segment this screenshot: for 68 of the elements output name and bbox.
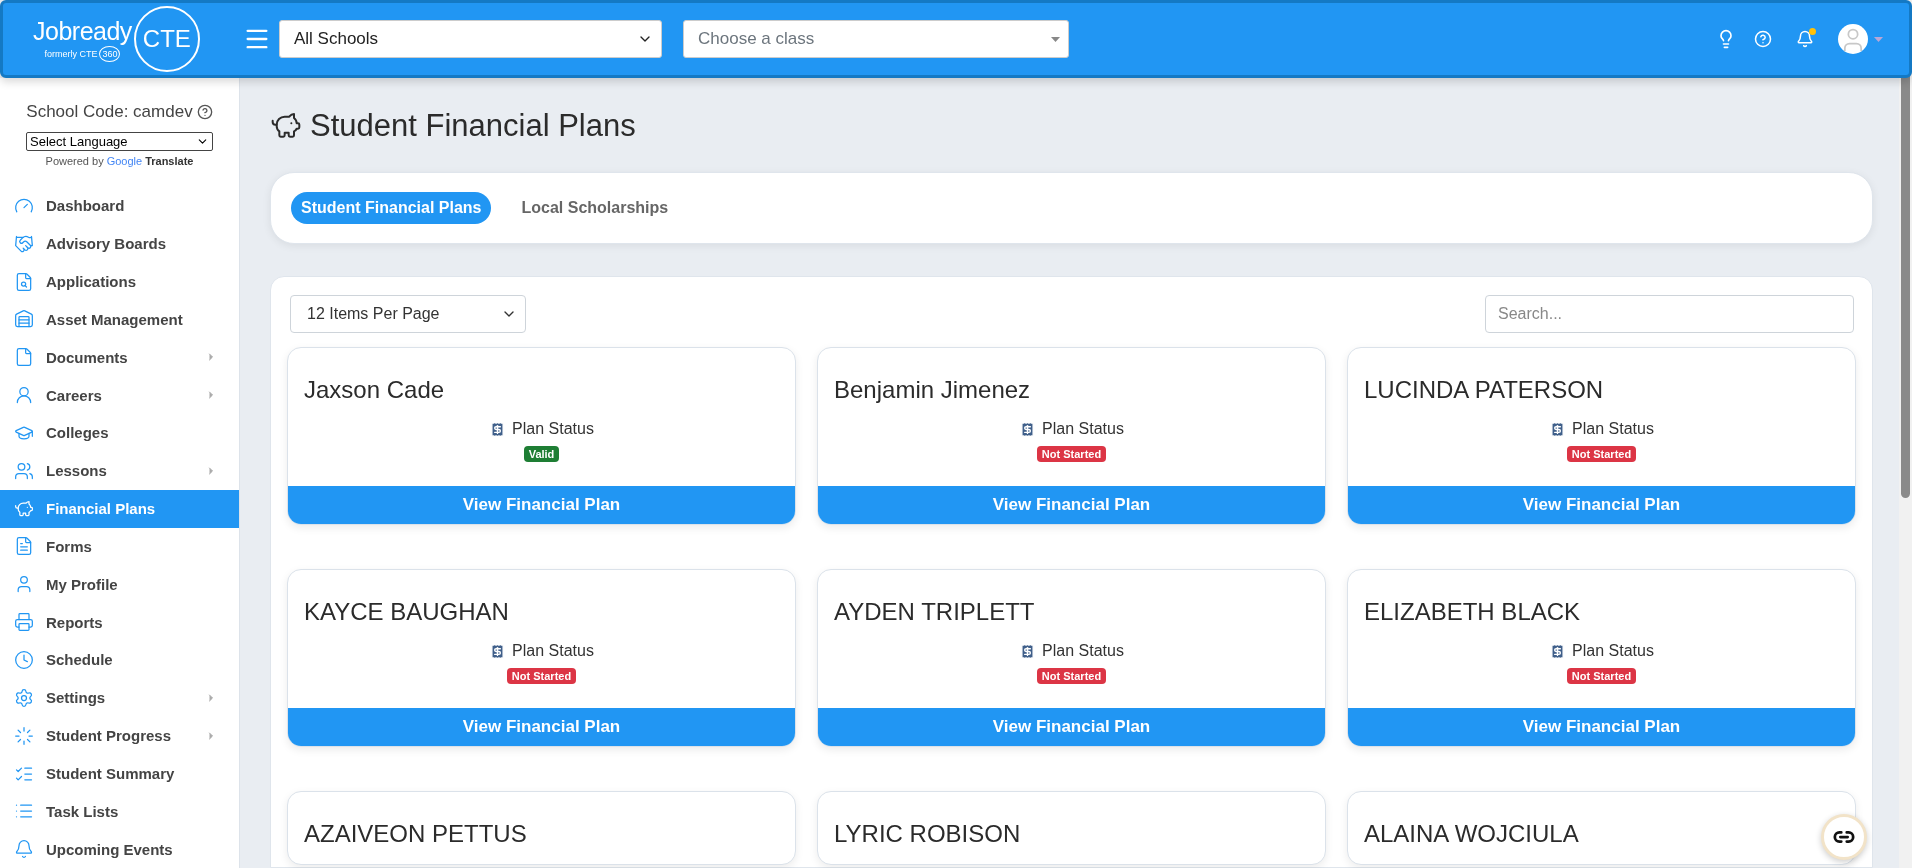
search-field[interactable]: Search...: [1485, 295, 1854, 333]
sidebar-item[interactable]: Careers: [0, 376, 239, 414]
avatar-icon: [1838, 24, 1868, 54]
status-badge: Not Started: [1566, 668, 1637, 684]
person-icon: [14, 385, 34, 406]
form-icon: [14, 536, 34, 557]
student-name: ALAINA WOJCIULA: [1364, 820, 1579, 848]
sidebar-item[interactable]: Advisory Boards: [0, 224, 239, 263]
language-select[interactable]: Select Language: [26, 132, 213, 151]
sidebar-item[interactable]: Student Progress: [0, 716, 239, 755]
notification-bell-icon[interactable]: [1796, 30, 1814, 48]
sidebar-item[interactable]: Reports: [0, 603, 239, 642]
student-name: LYRIC ROBISON: [834, 820, 1021, 848]
sidebar-item[interactable]: Documents: [0, 338, 239, 377]
google-logo: Google: [106, 154, 143, 167]
school-select[interactable]: All Schools: [279, 20, 662, 58]
caret-down-icon: [1051, 36, 1060, 42]
student-name: AZAIVEON PETTUS: [304, 820, 527, 848]
sidebar-item[interactable]: Student Summary: [0, 754, 239, 793]
sidebar-item[interactable]: Colleges: [0, 414, 239, 452]
student-name: Jaxson Cade: [304, 376, 445, 404]
status-badge: Not Started: [506, 668, 577, 684]
powered-by-text: Powered by: [45, 154, 104, 167]
status-label: Plan Status: [1572, 420, 1654, 438]
piggy-bank-icon: [14, 498, 34, 519]
sidebar-item[interactable]: Task Lists: [0, 792, 239, 831]
sidebar-item[interactable]: Settings: [0, 678, 239, 717]
page-title: Student Financial Plans: [310, 108, 636, 144]
status-label: Plan Status: [1042, 420, 1124, 438]
sidebar-item[interactable]: Applications: [0, 262, 239, 301]
sidebar-item[interactable]: Lessons: [0, 451, 239, 490]
scrollbar[interactable]: [1899, 0, 1912, 868]
sidebar-item[interactable]: Asset Management: [0, 300, 239, 339]
status-badge: Not Started: [1566, 446, 1637, 462]
sidebar-item[interactable]: Forms: [0, 527, 239, 566]
handshake-icon: [14, 233, 34, 254]
student-name: KAYCE BAUGHAN: [304, 598, 509, 626]
status-badge: Valid: [523, 446, 560, 462]
bell-icon: [14, 839, 34, 860]
status-label: Plan Status: [1042, 642, 1124, 660]
sidebar-item[interactable]: Dashboard: [0, 186, 239, 225]
group-icon: [14, 460, 34, 481]
caret-down-icon: [1874, 36, 1883, 42]
tab[interactable]: Local Scholarships: [511, 192, 679, 224]
status-badge: Not Started: [1036, 446, 1107, 462]
student-name: AYDEN TRIPLETT: [834, 598, 1035, 626]
help-icon[interactable]: [196, 104, 213, 120]
status-label: Plan Status: [1572, 642, 1654, 660]
translate-text: Translate: [145, 154, 194, 167]
class-select[interactable]: Choose a class: [683, 20, 1069, 58]
sidebar-item[interactable]: Upcoming Events: [0, 830, 239, 868]
printer-icon: [14, 612, 34, 633]
items-per-page-select[interactable]: 12 Items Per Page: [290, 295, 526, 333]
student-name: Benjamin Jimenez: [834, 376, 1031, 404]
status-label: Plan Status: [512, 420, 594, 438]
clock-icon: [14, 649, 34, 670]
status-label: Plan Status: [512, 642, 594, 660]
student-name: LUCINDA PATERSON: [1364, 376, 1604, 404]
gear-icon: [14, 687, 34, 708]
document-search-icon: [14, 271, 34, 292]
sidebar-item[interactable]: My Profile: [0, 565, 239, 604]
document-icon: [14, 347, 34, 368]
student-name: ELIZABETH BLACK: [1364, 598, 1581, 626]
school-code: School Code: camdev: [26, 102, 193, 122]
status-badge: Not Started: [1036, 668, 1107, 684]
logo: Jobready formerly CTE 360 CTE: [33, 6, 243, 72]
profile-menu-button[interactable]: [1838, 24, 1883, 54]
sidebar-item[interactable]: Schedule: [0, 641, 239, 679]
